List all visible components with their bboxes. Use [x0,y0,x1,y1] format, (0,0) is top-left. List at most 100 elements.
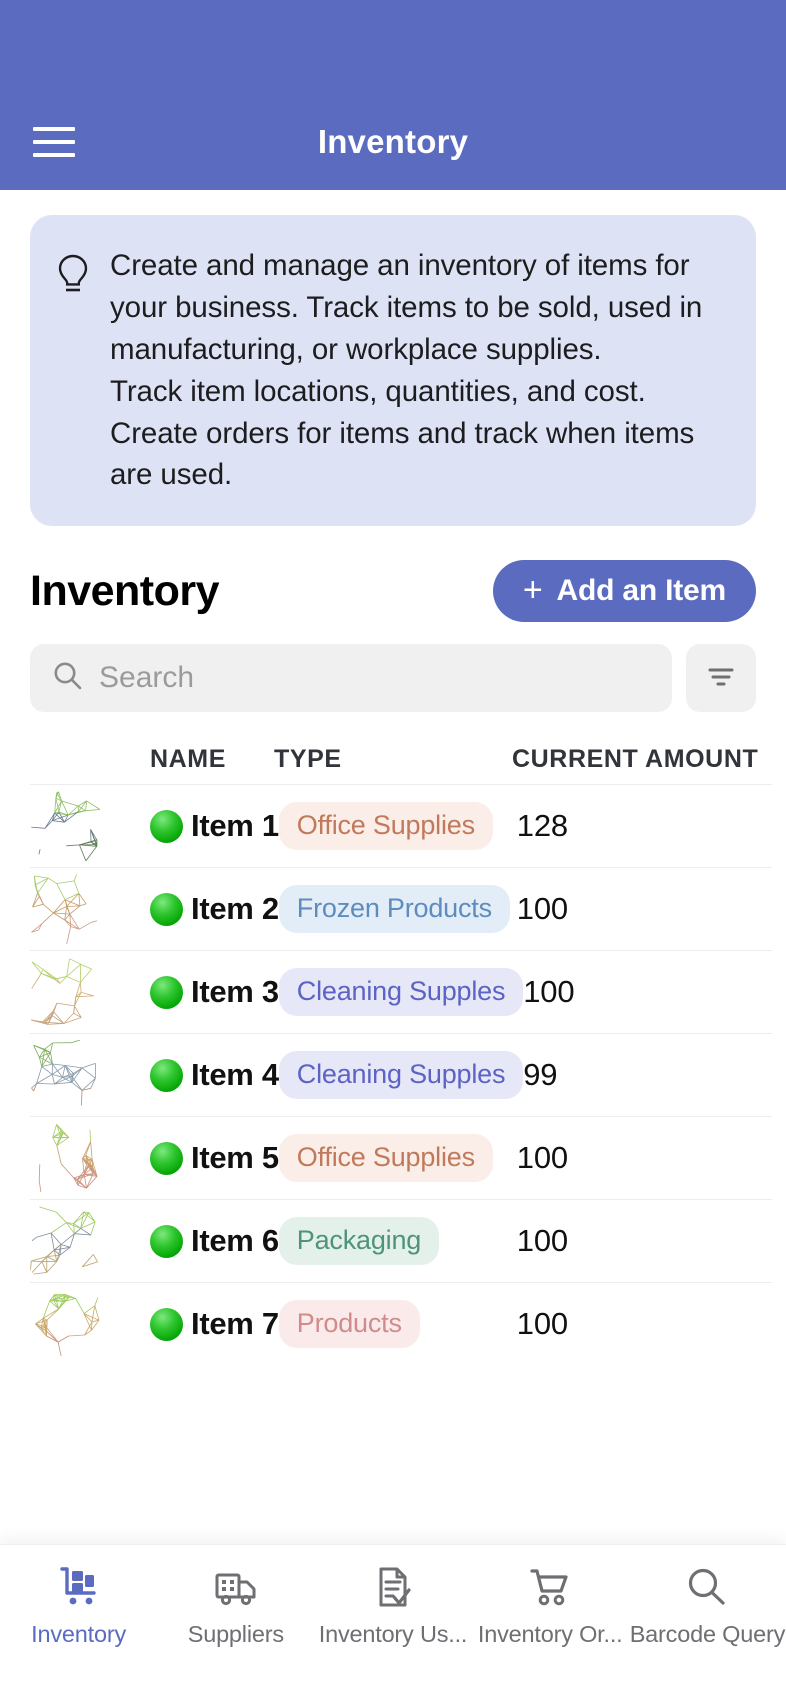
status-indicator-icon [150,809,183,843]
filter-sort-icon [706,664,736,693]
item-amount: 100 [516,1306,568,1342]
item-thumbnail [30,1206,122,1277]
add-item-button-label: Add an Item [556,574,727,608]
item-name: Item 5 [191,1140,279,1176]
item-type-chip: Office Supplies [278,802,493,851]
shopping-cart-icon [527,1563,573,1611]
page-title: Inventory [317,123,469,160]
item-name-cell: Item 2 [122,891,279,927]
filter-button[interactable] [686,644,756,713]
bottom-navigation-bar: Inventory Suppliers Inventory Us... Inve… [0,1544,786,1704]
nav-item-barcode-query[interactable]: Barcode Query [629,1563,786,1648]
status-indicator-icon [150,1058,183,1092]
item-type-cell: Office Supplies [278,1134,517,1183]
table-row[interactable]: Item 6 Packaging 100 [30,1199,772,1282]
delivery-truck-icon [213,1563,259,1611]
item-amount: 99 [523,1057,558,1093]
item-type-chip: Office Supplies [278,1134,493,1183]
item-type-cell: Products [278,1300,517,1349]
table-row[interactable]: Item 1 Office Supplies 128 [30,784,772,867]
item-name: Item 2 [191,891,279,927]
table-body: Item 1 Office Supplies 128 Item 2 Frozen Pro… [30,784,772,1365]
table-header-row: NAME TYPE CURRENT AMOUNT [30,712,772,784]
item-thumbnail [30,791,122,862]
banner-text-block: Create and manage an inventory of items … [110,245,730,496]
item-amount: 100 [516,891,568,927]
table-header-amount: CURRENT AMOUNT [512,744,759,773]
item-thumbnail [30,1040,122,1111]
item-type-chip: Cleaning Supples [278,968,524,1017]
section-header: Inventory + Add an Item [30,560,756,623]
table-header-type: TYPE [274,744,342,773]
app-screen: Inventory Create and manage an inventory… [0,0,786,1704]
document-check-icon [370,1563,416,1611]
section-title: Inventory [30,566,220,615]
app-bar: Inventory [0,0,786,190]
status-indicator-icon [150,1307,183,1341]
item-amount: 100 [516,1223,568,1259]
nav-item-label: Suppliers [187,1621,284,1647]
nav-item-label: Inventory [31,1621,127,1647]
item-type-cell: Frozen Products [278,885,517,934]
lightbulb-icon [56,245,94,496]
table-header-name: NAME [150,744,227,773]
item-type-cell: Cleaning Supples [278,1051,524,1100]
table-row[interactable]: Item 3 Cleaning Supples 100 [30,950,772,1033]
nav-item-suppliers[interactable]: Suppliers [157,1563,314,1648]
status-indicator-icon [150,975,183,1009]
inventory-cart-icon [56,1563,102,1611]
item-type-chip: Packaging [278,1217,440,1266]
item-type-chip: Frozen Products [278,885,510,934]
hamburger-line [33,153,75,157]
add-item-button[interactable]: + Add an Item [492,560,756,623]
item-amount: 100 [523,974,575,1010]
item-type-chip: Cleaning Supples [278,1051,524,1100]
item-name: Item 7 [191,1306,279,1342]
search-icon [52,660,83,696]
item-type-cell: Cleaning Supples [278,968,524,1017]
banner-line-1: Create and manage an inventory of items … [110,249,703,366]
status-indicator-icon [150,1141,183,1175]
item-name-cell: Item 5 [122,1140,279,1176]
inventory-table: NAME TYPE CURRENT AMOUNT Item 1 Office Su… [0,712,786,1365]
search-row [30,644,756,713]
item-thumbnail [30,1289,122,1360]
search-input[interactable] [99,661,650,696]
item-name: Item 4 [191,1057,279,1093]
item-name-cell: Item 3 [122,974,279,1010]
table-row[interactable]: Item 5 Office Supplies 100 [30,1116,772,1199]
item-thumbnail [30,1123,122,1194]
nav-item-inventory-or[interactable]: Inventory Or... [472,1563,629,1648]
nav-item-label: Inventory Us... [318,1621,468,1647]
magnifier-icon [684,1563,730,1611]
nav-item-inventory[interactable]: Inventory [0,1563,157,1648]
hamburger-menu-icon[interactable] [33,127,75,157]
nav-item-label: Barcode Query [629,1621,786,1647]
table-row[interactable]: Item 2 Frozen Products 100 [30,867,772,950]
hamburger-line [33,140,75,144]
banner-line-2: Track item locations, quantities, and co… [110,374,646,408]
item-name-cell: Item 7 [122,1306,279,1342]
status-indicator-icon [150,892,183,926]
item-name: Item 1 [191,808,279,844]
item-amount: 128 [516,808,568,844]
info-banner: Create and manage an inventory of items … [30,215,756,527]
item-name-cell: Item 4 [122,1057,279,1093]
table-row[interactable]: Item 7 Products 100 [30,1282,772,1365]
item-type-cell: Packaging [278,1217,517,1266]
item-thumbnail [30,874,122,945]
nav-item-inventory-us[interactable]: Inventory Us... [314,1563,471,1648]
item-name-cell: Item 1 [122,808,279,844]
hamburger-line [33,127,75,131]
item-type-cell: Office Supplies [278,802,517,851]
item-name: Item 3 [191,974,279,1010]
status-indicator-icon [150,1224,183,1258]
item-type-chip: Products [278,1300,420,1349]
item-name: Item 6 [191,1223,279,1259]
banner-line-3: Create orders for items and track when i… [110,416,695,492]
table-row[interactable]: Item 4 Cleaning Supples 99 [30,1033,772,1116]
item-amount: 100 [516,1140,568,1176]
item-name-cell: Item 6 [122,1223,279,1259]
nav-item-label: Inventory Or... [477,1621,623,1647]
search-box[interactable] [30,644,672,713]
